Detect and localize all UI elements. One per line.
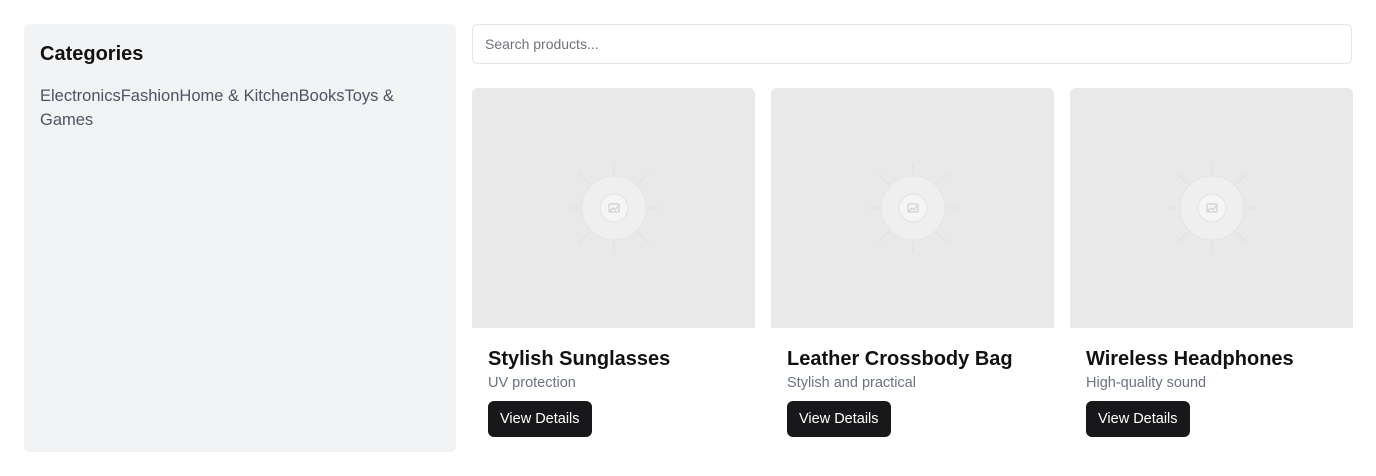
category-item-electronics[interactable]: Electronics <box>40 87 121 105</box>
product-image <box>771 88 1054 328</box>
search-input[interactable] <box>472 24 1352 64</box>
view-details-button[interactable]: View Details <box>787 401 891 437</box>
view-details-button[interactable]: View Details <box>488 401 592 437</box>
product-description: Stylish and practical <box>787 375 916 391</box>
product-card: Leather Crossbody Bag Stylish and practi… <box>771 88 1054 452</box>
product-title: Leather Crossbody Bag <box>787 348 1013 370</box>
product-card-body: Wireless Headphones High-quality sound V… <box>1070 328 1353 437</box>
main-content: Stylish Sunglasses UV protection View De… <box>472 24 1353 452</box>
image-placeholder-icon <box>1166 163 1257 253</box>
category-item-fashion[interactable]: Fashion <box>121 87 180 105</box>
product-image <box>472 88 755 328</box>
product-title: Stylish Sunglasses <box>488 348 671 370</box>
category-item-home-kitchen[interactable]: Home & Kitchen <box>179 87 298 105</box>
product-title: Wireless Headphones <box>1086 348 1294 370</box>
product-card: Stylish Sunglasses UV protection View De… <box>472 88 755 452</box>
product-grid: Stylish Sunglasses UV protection View De… <box>472 88 1353 452</box>
image-placeholder-icon <box>568 163 659 253</box>
category-list: ElectronicsFashionHome & KitchenBooksToy… <box>40 84 440 132</box>
sidebar-title: Categories <box>40 43 144 65</box>
product-description: UV protection <box>488 375 576 391</box>
page-layout: Categories ElectronicsFashionHome & Kitc… <box>24 24 1353 452</box>
product-image <box>1070 88 1353 328</box>
category-item-books[interactable]: Books <box>299 87 345 105</box>
product-card: Wireless Headphones High-quality sound V… <box>1070 88 1353 452</box>
image-placeholder-icon <box>867 163 958 253</box>
product-card-body: Stylish Sunglasses UV protection View De… <box>472 328 755 437</box>
product-card-body: Leather Crossbody Bag Stylish and practi… <box>771 328 1054 437</box>
categories-sidebar: Categories ElectronicsFashionHome & Kitc… <box>24 24 456 452</box>
view-details-button[interactable]: View Details <box>1086 401 1190 437</box>
product-description: High-quality sound <box>1086 375 1207 391</box>
